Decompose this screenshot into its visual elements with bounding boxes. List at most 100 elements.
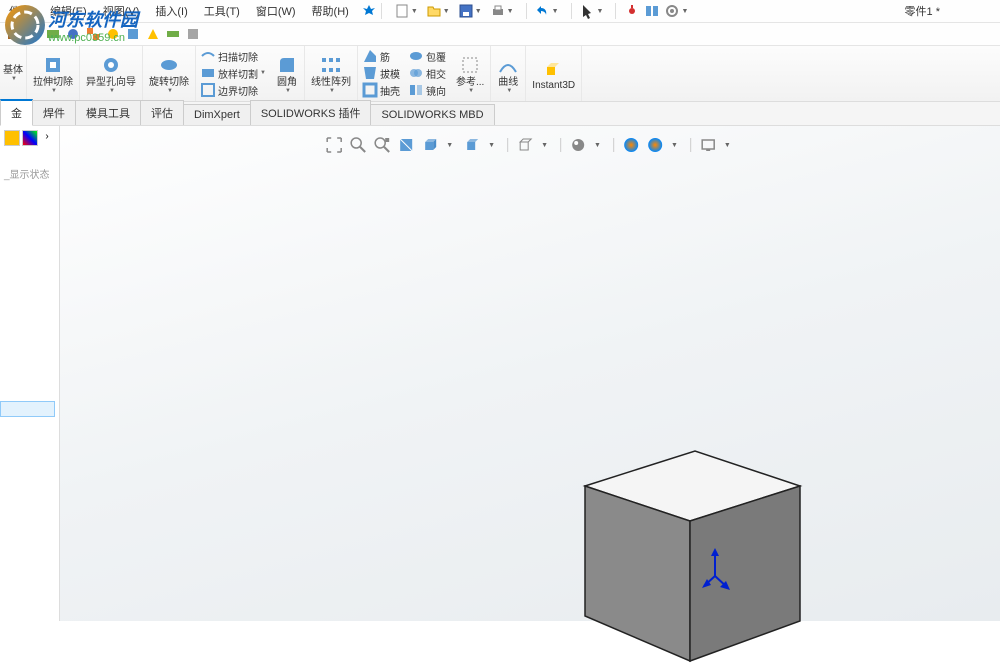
prev-view-icon[interactable] [373, 136, 391, 154]
watermark-name: 河东软件园 [48, 6, 138, 32]
fillet-icon [276, 54, 298, 76]
chevron-down-icon: ▼ [167, 88, 173, 94]
view-orientation-dropdown[interactable]: ▼ [446, 142, 453, 149]
display-style-icon[interactable] [463, 136, 481, 154]
swept-cut-button[interactable]: 扫描切除 [200, 48, 266, 64]
boundary-cut-icon [200, 82, 216, 98]
mirror-button[interactable]: 镜向 [408, 82, 446, 98]
hide-show-dropdown[interactable]: ▼ [541, 142, 548, 149]
linear-pattern-label: 线性阵列 [311, 77, 351, 88]
origin-triad[interactable] [700, 546, 740, 599]
instant3d-label: Instant3D [532, 80, 575, 91]
new-dropdown[interactable]: ▼ [411, 8, 418, 15]
save-dropdown[interactable]: ▼ [475, 8, 482, 15]
select-dropdown[interactable]: ▼ [597, 8, 604, 15]
zoom-area-icon[interactable] [349, 136, 367, 154]
ribbon-group-curve[interactable]: 曲线 ▼ [491, 46, 526, 101]
ribbon-group-instant3d[interactable]: Instant3D [526, 46, 582, 101]
render-dropdown[interactable]: ▼ [724, 142, 731, 149]
edit-appearance-dropdown[interactable]: ▼ [594, 142, 601, 149]
open-icon[interactable] [426, 3, 442, 19]
cube-model[interactable] [540, 386, 820, 669]
options-icon[interactable] [644, 3, 660, 19]
menu-help[interactable]: 帮助(H) [308, 1, 353, 21]
undo-icon[interactable] [535, 3, 551, 19]
ribbon-group-hole-wizard[interactable]: 异型孔向导 ▼ [80, 46, 143, 101]
chevron-down-icon: ▼ [51, 88, 57, 94]
open-dropdown[interactable]: ▼ [443, 8, 450, 15]
settings-dropdown[interactable]: ▼ [681, 8, 688, 15]
hole-wizard-label: 异型孔向导 [86, 77, 136, 88]
section-view-icon[interactable] [397, 136, 415, 154]
print-dropdown[interactable]: ▼ [507, 8, 514, 15]
render-icon[interactable] [699, 136, 717, 154]
tab-sw-mbd[interactable]: SOLIDWORKS MBD [370, 104, 494, 125]
apply-scene-icon[interactable] [622, 136, 640, 154]
secondary-toolbar [0, 23, 1000, 46]
tab-weldments[interactable]: 焊件 [32, 100, 76, 125]
view-settings-icon[interactable] [646, 136, 664, 154]
loft-cut-button[interactable]: 放样切割▼ [200, 65, 266, 81]
print-icon[interactable] [490, 3, 506, 19]
undo-dropdown[interactable]: ▼ [552, 8, 559, 15]
wrap-button[interactable]: 包覆 [408, 48, 446, 64]
tool-icon-10[interactable] [185, 26, 201, 42]
chevron-down-icon: ▼ [109, 88, 115, 94]
watermark-url: www.pc0359.cn [48, 32, 138, 44]
intersect-button[interactable]: 相交 [408, 65, 446, 81]
swept-cut-icon [200, 48, 216, 64]
ribbon-group-extrude-base[interactable]: 基体 ▼ [0, 46, 27, 101]
chevron-down-icon: ▼ [285, 88, 291, 94]
side-tab-1[interactable] [4, 130, 20, 146]
menu-window[interactable]: 窗口(W) [252, 1, 300, 21]
tab-dimxpert[interactable]: DimXpert [183, 104, 251, 125]
ribbon-group-features-2: 包覆 相交 镜向 [404, 46, 450, 101]
rib-button[interactable]: 筋 [362, 48, 400, 64]
ribbon-group-fillet[interactable]: 圆角 ▼ [270, 46, 305, 101]
edit-appearance-icon[interactable] [569, 136, 587, 154]
tab-sw-plugins[interactable]: SOLIDWORKS 插件 [250, 100, 372, 125]
main-area: › _显示状态 ▼ ▼ ▼ ▼ ▼ ▼ [0, 126, 1000, 621]
tab-evaluate[interactable]: 评估 [140, 100, 184, 125]
document-title: 零件1 * [905, 3, 940, 19]
hide-show-icon[interactable] [516, 136, 534, 154]
view-settings-dropdown[interactable]: ▼ [671, 142, 678, 149]
view-orientation-icon[interactable] [421, 136, 439, 154]
new-icon[interactable] [394, 3, 410, 19]
side-tab-2[interactable] [22, 130, 38, 146]
settings-icon[interactable] [664, 3, 680, 19]
panel-collapse-handle[interactable] [0, 401, 55, 417]
revolve-cut-icon [158, 54, 180, 76]
menubar: 件(F) 编辑(E) 视图(V) 插入(I) 工具(T) 窗口(W) 帮助(H)… [0, 0, 1000, 23]
ribbon-group-revolve-cut[interactable]: 旋转切除 ▼ [143, 46, 196, 101]
side-expand-arrow[interactable]: › [40, 130, 54, 144]
tab-mold-tools[interactable]: 模具工具 [75, 100, 141, 125]
boundary-cut-button[interactable]: 边界切除 [200, 82, 266, 98]
tabs-bar: 金 焊件 模具工具 评估 DimXpert SOLIDWORKS 插件 SOLI… [0, 102, 1000, 126]
intersect-icon [408, 65, 424, 81]
rib-icon [362, 48, 378, 64]
chevron-down-icon: ▼ [329, 88, 335, 94]
ribbon-group-linear-pattern[interactable]: 线性阵列 ▼ [305, 46, 358, 101]
chevron-down-icon: ▼ [506, 88, 512, 94]
ribbon: 基体 ▼ 拉伸切除 ▼ 异型孔向导 ▼ 旋转切除 ▼ 扫描切除 放样切割▼ 边界… [0, 46, 1000, 102]
ribbon-group-extrude-cut[interactable]: 拉伸切除 ▼ [27, 46, 80, 101]
zoom-fit-icon[interactable] [325, 136, 343, 154]
ribbon-group-reference[interactable]: 参考... ▼ [450, 46, 491, 101]
draft-button[interactable]: 拔模 [362, 65, 400, 81]
display-style-dropdown[interactable]: ▼ [488, 142, 495, 149]
menu-tools[interactable]: 工具(T) [200, 1, 244, 21]
save-icon[interactable] [458, 3, 474, 19]
select-icon[interactable] [580, 3, 596, 19]
pin-icon[interactable] [361, 3, 377, 19]
ribbon-group-features-1: 筋 拔模 抽壳 [358, 46, 404, 101]
reference-label: 参考... [456, 77, 484, 88]
shell-button[interactable]: 抽壳 [362, 82, 400, 98]
tool-icon-8[interactable] [145, 26, 161, 42]
tool-icon-9[interactable] [165, 26, 181, 42]
rebuild-icon[interactable] [624, 3, 640, 19]
chevron-down-icon: ▼ [11, 76, 17, 82]
menu-insert[interactable]: 插入(I) [151, 1, 191, 21]
tab-sheetmetal[interactable]: 金 [0, 99, 33, 126]
viewport-3d[interactable]: ▼ ▼ ▼ ▼ ▼ ▼ [60, 126, 1000, 621]
